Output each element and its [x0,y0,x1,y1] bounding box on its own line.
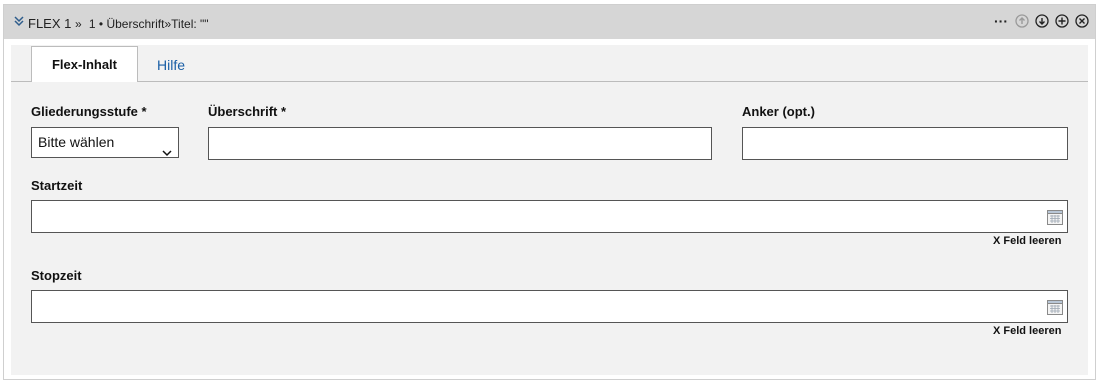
panel-title: FLEX 1 » 1 • Überschrift»Titel: "" [28,16,209,31]
close-icon[interactable] [1075,14,1089,33]
move-down-icon[interactable] [1035,14,1049,33]
add-icon[interactable] [1055,14,1069,33]
start-clear-link[interactable]: X Feld leeren [993,235,1061,247]
stop-clear-link[interactable]: X Feld leeren [993,325,1061,337]
calendar-icon[interactable] [1047,300,1063,320]
tab-bar-divider [11,81,1088,82]
calendar-icon[interactable] [1047,210,1063,230]
anchor-label: Anker (opt.) [742,104,815,119]
tab-hilfe[interactable]: Hilfe [157,57,185,73]
stop-label: Stopzeit [31,268,82,283]
stop-time-input[interactable] [31,290,1068,323]
panel-header: FLEX 1 » 1 • Überschrift»Titel: "" ··· [4,5,1095,39]
level-select-value: Bitte wählen [38,134,115,150]
flex-label: FLEX 1 [28,16,72,31]
anchor-input[interactable] [742,127,1068,160]
level-select[interactable]: Bitte wählen [31,127,179,158]
start-label: Startzeit [31,178,83,193]
move-up-icon[interactable] [1015,14,1029,33]
more-options-icon[interactable]: ··· [994,13,1008,29]
title-separator: » [74,17,82,31]
chevron-down-icon [162,138,172,167]
start-time-input[interactable] [31,200,1068,233]
heading-label: Überschrift * [208,104,287,119]
flex-panel: FLEX 1 » 1 • Überschrift»Titel: "" ··· F… [3,4,1096,380]
chevron-double-down-icon[interactable] [13,14,25,32]
panel-detail: 1 • Überschrift»Titel: "" [88,17,209,31]
heading-input[interactable] [208,127,712,160]
level-label: Gliederungsstufe * [31,104,147,119]
tab-flex-inhalt[interactable]: Flex-Inhalt [31,46,138,82]
